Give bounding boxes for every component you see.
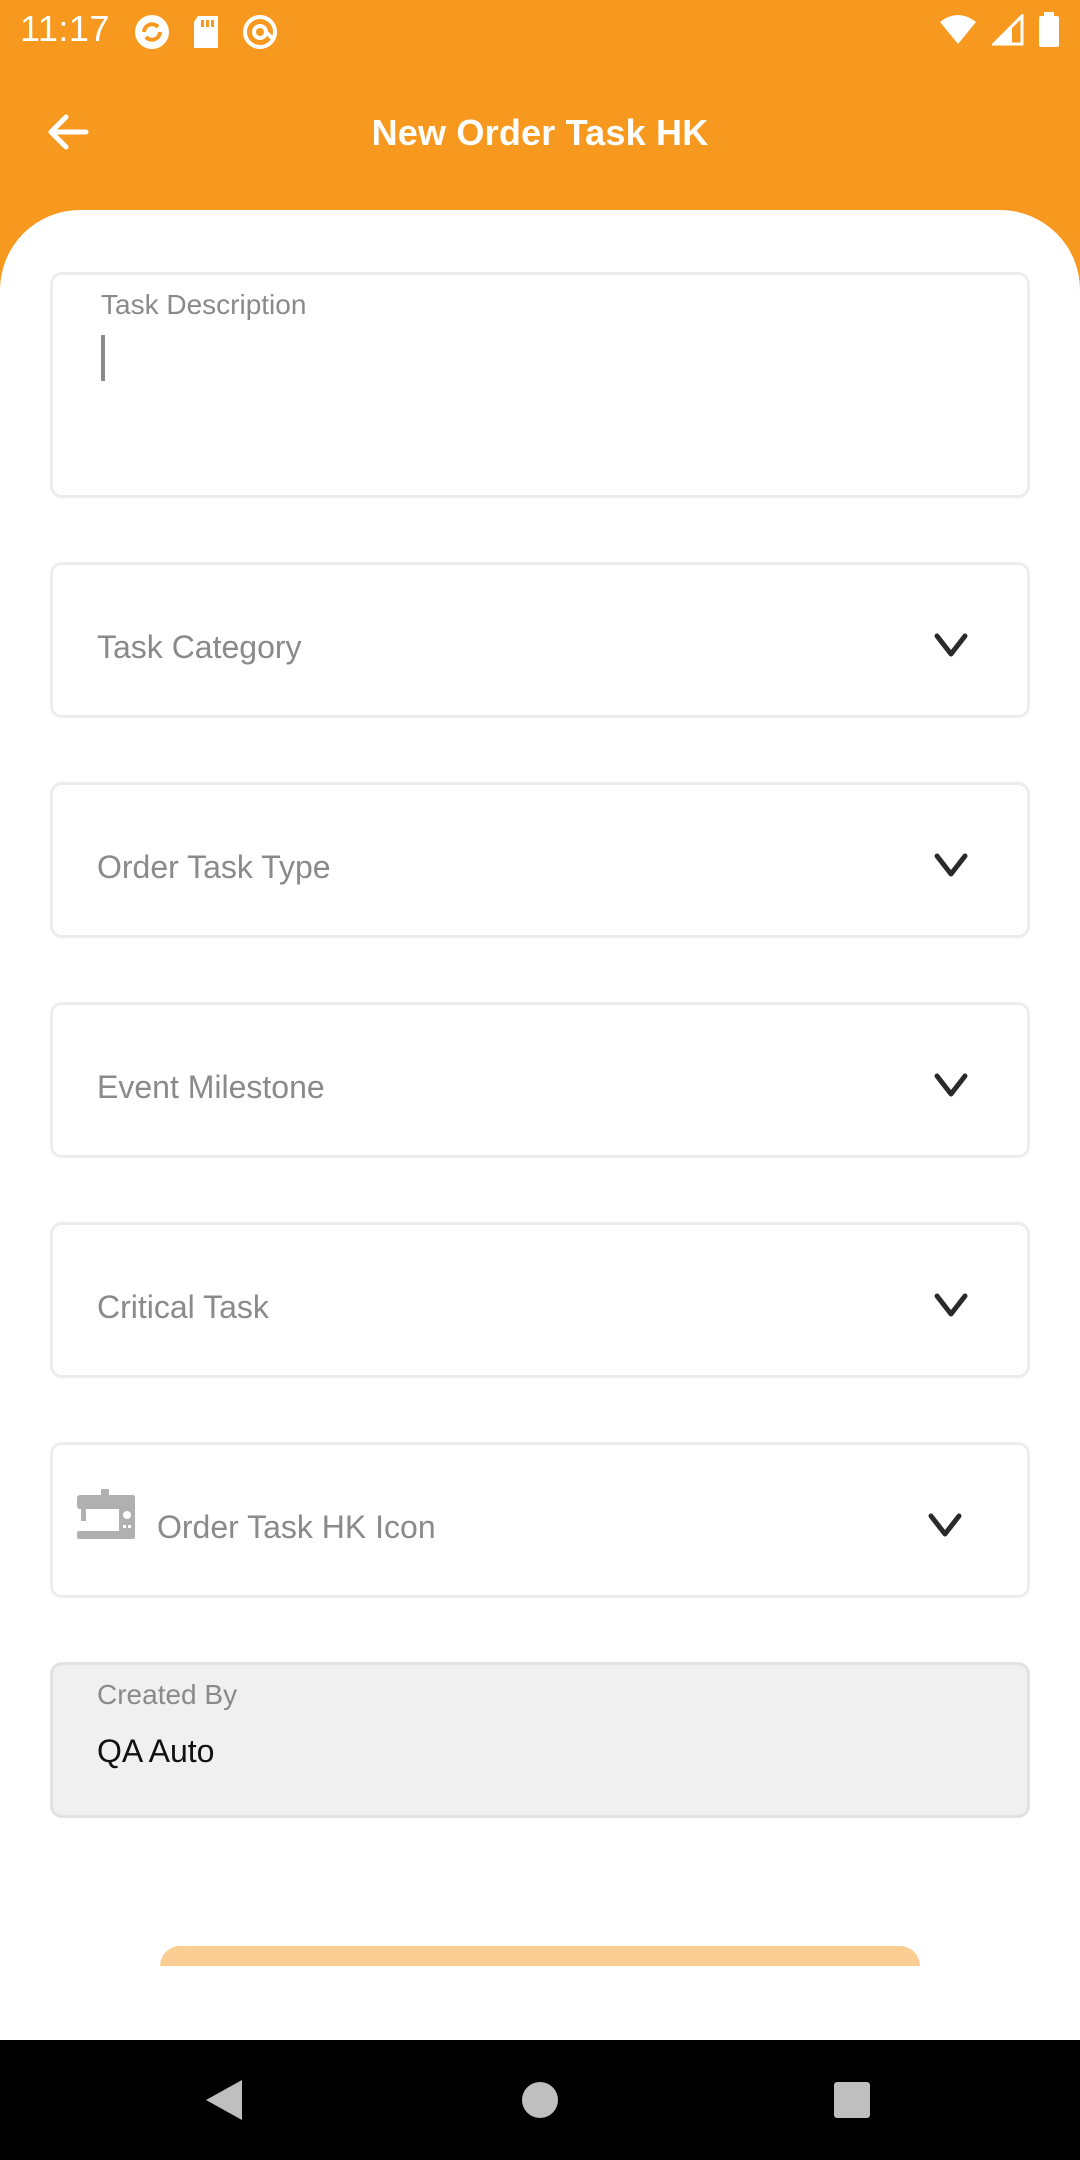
nav-recents-icon[interactable] — [834, 2082, 870, 2118]
task-category-label: Task Category — [97, 629, 302, 665]
created-by-field: Created By QA Auto — [50, 1662, 1030, 1818]
text-cursor — [101, 335, 105, 381]
order-task-hk-icon-dropdown[interactable]: Order Task HK Icon — [50, 1442, 1030, 1598]
task-description-label: Task Description — [101, 289, 307, 320]
page-title: New Order Task HK — [371, 112, 709, 153]
signal-icon — [992, 14, 1024, 46]
sewing-machine-icon — [77, 1489, 135, 1539]
sync-app-icon — [135, 15, 169, 49]
chevron-down-icon — [934, 1073, 968, 1097]
chevron-down-icon — [934, 633, 968, 657]
order-task-type-dropdown[interactable]: Order Task Type — [50, 782, 1030, 938]
created-by-label: Created By — [97, 1679, 238, 1710]
at-sign-app-icon — [243, 15, 277, 49]
task-description-field[interactable]: Task Description — [50, 272, 1030, 498]
status-time: 11:17 — [20, 8, 110, 49]
form-sheet: Task Description Task Category Order Tas… — [0, 210, 1080, 2040]
order-task-hk-icon-label: Order Task HK Icon — [157, 1509, 436, 1545]
critical-task-dropdown[interactable]: Critical Task — [50, 1222, 1030, 1378]
status-bar: 11:17 — [0, 0, 1080, 60]
order-task-type-label: Order Task Type — [97, 849, 331, 885]
chevron-down-icon — [934, 1293, 968, 1317]
event-milestone-dropdown[interactable]: Event Milestone — [50, 1002, 1030, 1158]
chevron-down-icon — [928, 1513, 962, 1537]
battery-icon — [1039, 12, 1059, 47]
system-nav-bar — [0, 2040, 1080, 2160]
sd-card-icon — [194, 16, 218, 48]
nav-back-icon[interactable] — [204, 2078, 244, 2122]
submit-button[interactable] — [160, 1946, 920, 1966]
created-by-value: QA Auto — [97, 1733, 215, 1769]
critical-task-label: Critical Task — [97, 1289, 269, 1325]
status-notification-icons — [132, 12, 280, 52]
nav-home-icon[interactable] — [522, 2082, 558, 2118]
status-system-icons — [938, 12, 1060, 48]
app-bar: New Order Task HK — [0, 60, 1080, 210]
wifi-icon — [940, 15, 976, 44]
task-category-dropdown[interactable]: Task Category — [50, 562, 1030, 718]
event-milestone-label: Event Milestone — [97, 1069, 325, 1105]
chevron-down-icon — [934, 853, 968, 877]
